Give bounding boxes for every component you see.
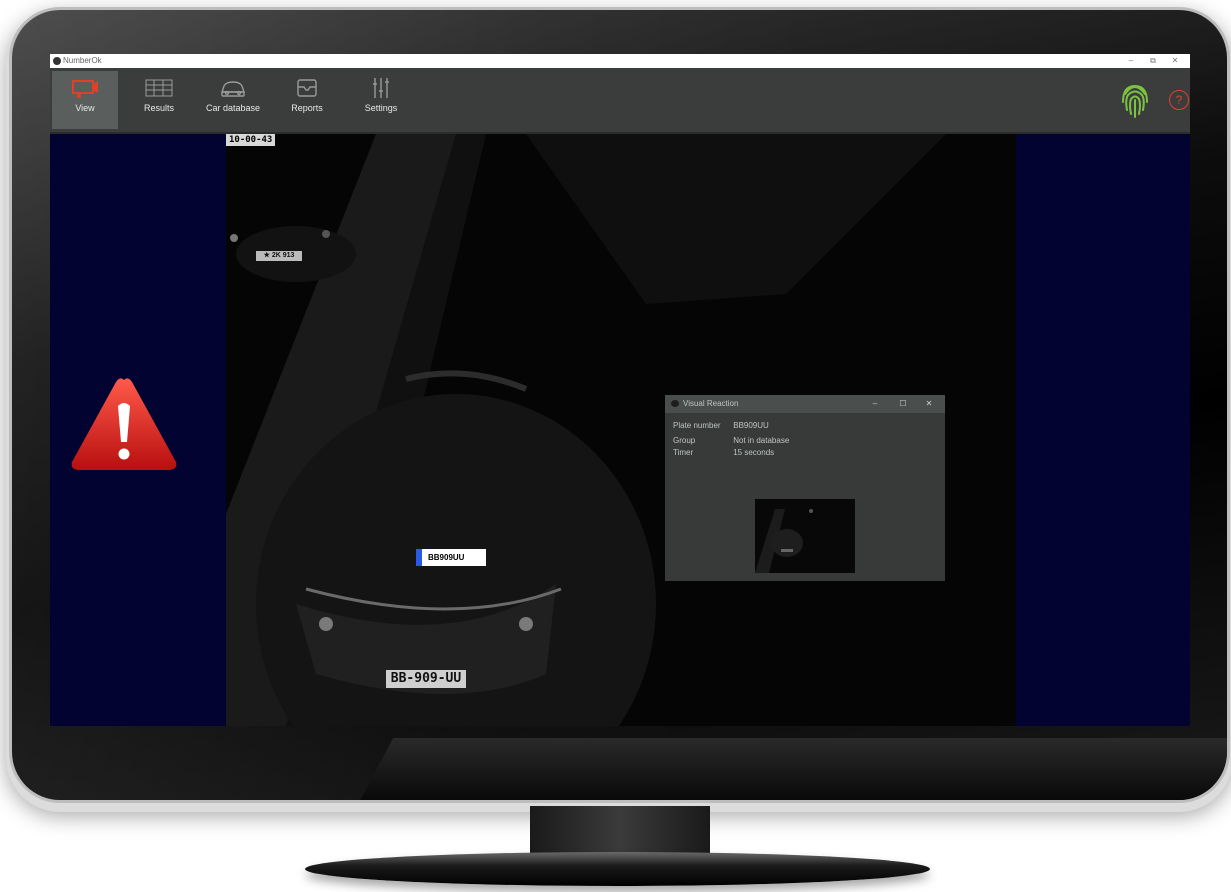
dialog-titlebar: Visual Reaction – ☐ ✕	[665, 395, 945, 413]
window-titlebar: NumberOk – ⧉ ✕	[50, 54, 1190, 68]
results-grid-icon	[145, 79, 173, 97]
sliders-icon	[373, 78, 389, 98]
car-icon	[221, 81, 245, 97]
tab-reports[interactable]: Reports	[274, 71, 340, 129]
dialog-row-value: BB909UU	[733, 421, 769, 430]
dialog-row-plate: Plate number BB909UU	[673, 421, 769, 430]
dialog-app-icon	[671, 400, 679, 407]
tab-results[interactable]: Results	[126, 71, 192, 129]
bezel-bottom	[350, 738, 1227, 800]
close-button[interactable]: ✕	[1164, 54, 1186, 68]
dialog-row-timer: Timer 15 seconds	[673, 448, 774, 457]
dialog-minimize-button[interactable]: –	[863, 395, 887, 413]
dialog-row-value: 15 seconds	[733, 448, 775, 457]
left-status-panel	[50, 134, 226, 726]
monitor-stand	[305, 852, 930, 886]
window-title: NumberOk	[63, 56, 102, 65]
dialog-maximize-button[interactable]: ☐	[891, 395, 915, 413]
maximize-button[interactable]: ⧉	[1142, 54, 1164, 68]
dialog-snapshot-thumbnail	[755, 499, 855, 573]
tab-view[interactable]: View	[52, 71, 118, 129]
app-window: NumberOk – ⧉ ✕ View Results Car database…	[50, 54, 1190, 726]
camera-view-icon	[72, 80, 98, 98]
dialog-row-key: Timer	[673, 448, 694, 457]
dialog-title: Visual Reaction	[683, 399, 739, 408]
dialog-row-value: Not in database	[733, 436, 790, 445]
tab-car-database-label: Car database	[205, 103, 261, 113]
background-license-plate: ★ 2K 913	[256, 251, 302, 261]
tab-results-label: Results	[143, 103, 174, 113]
vehicle-license-plate: BB-909-UU	[386, 670, 466, 688]
main-toolbar: View Results Car database Reports Settin…	[50, 68, 1190, 134]
tab-reports-label: Reports	[291, 103, 323, 113]
dialog-row-key: Group	[673, 436, 696, 445]
right-panel	[1016, 134, 1190, 726]
app-icon	[53, 57, 61, 65]
dialog-close-button[interactable]: ✕	[917, 395, 941, 413]
help-icon[interactable]: ?	[1169, 90, 1189, 110]
tab-car-database[interactable]: Car database	[200, 71, 266, 129]
warning-icon	[71, 378, 177, 470]
tab-view-label: View	[75, 103, 95, 113]
camera-timestamp: 10-00-43	[226, 134, 276, 146]
camera-feed[interactable]: 10-00-43 ★ 2K 913 BB909UU BB-909-UU Visu…	[226, 134, 1016, 726]
minimize-button[interactable]: –	[1120, 54, 1142, 68]
fingerprint-icon[interactable]	[1120, 80, 1150, 120]
visual-reaction-dialog: Visual Reaction – ☐ ✕ Plate number BB909…	[665, 395, 945, 581]
tab-settings[interactable]: Settings	[348, 71, 414, 129]
detected-plate-label: BB909UU	[416, 549, 486, 566]
tab-settings-label: Settings	[364, 103, 398, 113]
snapshot-image	[755, 499, 855, 573]
reports-box-icon	[297, 79, 317, 97]
dialog-row-group: Group Not in database	[673, 436, 789, 445]
dialog-row-key: Plate number	[673, 421, 721, 430]
